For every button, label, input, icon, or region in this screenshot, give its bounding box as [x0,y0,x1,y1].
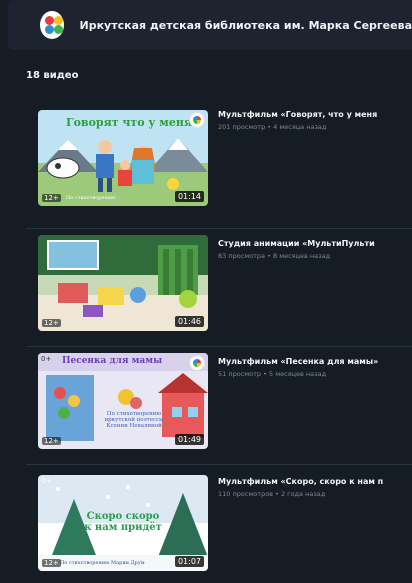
channel-header: Иркутская детская библиотека им. Марка С… [8,0,412,50]
age-rating: 12+ [42,559,61,567]
video-item[interactable]: 0+ Песенка для мамы По стихотворению ирк… [26,346,412,465]
video-duration: 01:14 [175,191,204,202]
video-thumbnail[interactable]: 0+ Песенка для мамы По стихотворению ирк… [38,353,208,449]
video-duration: 01:49 [175,434,204,445]
video-meta: Мультфильм «Песенка для мамы» 51 просмот… [218,357,412,378]
library-logo-icon [189,355,205,371]
video-duration: 01:07 [175,556,204,567]
video-meta: Мультфильм «Говорят, что у меня 201 прос… [218,110,412,131]
video-title[interactable]: Мультфильм «Говорят, что у меня [218,110,412,119]
video-item[interactable]: Говорят что у меня По стихотворению 12+ … [26,110,412,228]
age-rating: 12+ [42,319,61,327]
video-item[interactable]: 12+ 01:46 Студия анимации «МультиПульти … [26,228,412,347]
channel-avatar[interactable] [40,11,64,39]
age-rating-top: 0+ [41,355,51,363]
video-stats: 201 просмотр • 4 месяца назад [218,123,412,131]
videos-count: 18 видео [26,70,78,81]
video-title[interactable]: Мультфильм «Песенка для мамы» [218,357,412,366]
thumbnail-title: Говорят что у меня [66,116,192,129]
video-stats: 110 просмотров • 2 года назад [218,490,412,498]
video-meta: Студия анимации «МультиПульти 83 просмот… [218,239,412,260]
video-item[interactable]: 0+ Скоро скоро к нам придёт По стихотвор… [26,464,412,583]
video-meta: Мультфильм «Скоро, скоро к нам п 110 про… [218,477,412,498]
thumbnail-title: Скоро скоро к нам придёт [82,511,164,533]
library-logo-icon [189,112,205,128]
video-title[interactable]: Студия анимации «МультиПульти [218,239,412,248]
video-duration: 01:46 [175,316,204,327]
video-thumbnail[interactable]: Говорят что у меня По стихотворению 12+ … [38,110,208,206]
video-thumbnail[interactable]: 0+ Скоро скоро к нам придёт По стихотвор… [38,475,208,571]
channel-name[interactable]: Иркутская детская библиотека им. Марка С… [80,19,412,32]
age-rating: 12+ [42,437,61,445]
video-stats: 51 просмотр • 5 месяцев назад [218,370,412,378]
age-rating: 12+ [42,194,61,202]
thumbnail-caption: По стихотворению Марии Друм [60,560,145,566]
video-stats: 83 просмотра • 8 месяцев назад [218,252,412,260]
video-title[interactable]: Мультфильм «Скоро, скоро к нам п [218,477,412,486]
thumbnail-caption: По стихотворению [66,195,115,201]
thumbnail-title: Песенка для мамы [62,356,162,366]
thumbnail-caption: По стихотворению иркутской поэтессы Ксен… [98,411,170,429]
video-thumbnail[interactable]: 12+ 01:46 [38,235,208,331]
age-rating-top: 0+ [41,477,51,485]
